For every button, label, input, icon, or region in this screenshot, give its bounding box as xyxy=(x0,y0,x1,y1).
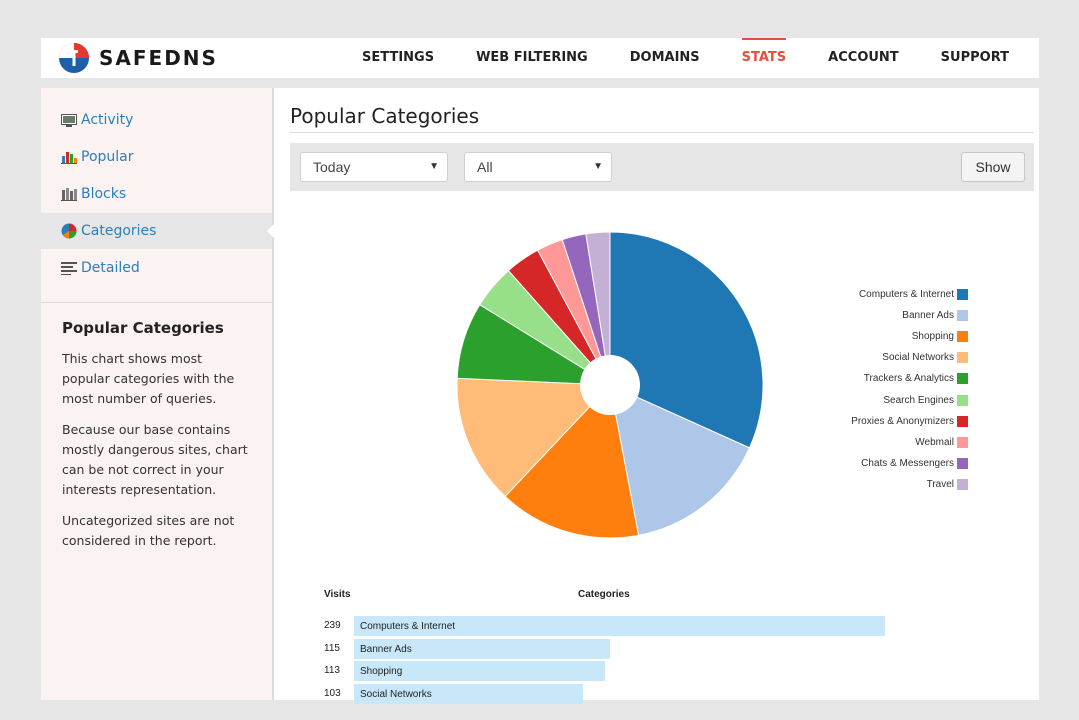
visits-count: 103 xyxy=(324,687,341,699)
visits-column-header: Visits xyxy=(324,589,351,600)
sidebar-item-categories[interactable]: Categories xyxy=(41,213,274,249)
list-icon xyxy=(61,262,77,275)
legend-label: Chats & Messengers xyxy=(861,458,954,470)
legend-item: Computers & Internet xyxy=(859,287,968,301)
visits-count: 239 xyxy=(324,620,341,631)
period-select[interactable]: Today ▼ xyxy=(300,152,448,182)
legend-swatch xyxy=(957,479,968,491)
sidebar-item-activity[interactable]: Activity xyxy=(41,102,272,138)
main-nav: SETTINGS WEB FILTERING DOMAINS STATS ACC… xyxy=(320,38,1009,78)
legend-swatch xyxy=(957,415,968,427)
table-row: 113 Shopping xyxy=(324,661,924,681)
chevron-down-icon: ▼ xyxy=(429,161,439,172)
sidebar-item-label: Detailed xyxy=(81,260,140,276)
legend-item: Travel xyxy=(927,478,968,492)
sidebar-info-title: Popular Categories xyxy=(62,319,224,337)
table-row: 115 Banner Ads xyxy=(324,638,924,659)
category-label: Social Networks xyxy=(360,688,432,700)
safedns-logo-icon xyxy=(59,43,89,73)
sidebar-info-paragraph: Because our base contains mostly dangero… xyxy=(62,422,248,497)
filter-bar: Today ▼ All ▼ Show xyxy=(290,143,1034,191)
legend-item: Proxies & Anonymizers xyxy=(851,414,968,428)
legend-swatch xyxy=(957,352,968,364)
period-select-value: Today xyxy=(313,159,351,175)
legend-item: Social Networks xyxy=(882,351,968,365)
legend-item: Shopping xyxy=(912,329,968,343)
sidebar-item-popular[interactable]: Popular xyxy=(41,139,272,175)
logo-text: SAFEDNS xyxy=(99,46,218,70)
legend-label: Search Engines xyxy=(883,394,954,406)
activity-icon xyxy=(61,114,77,127)
nav-web-filtering[interactable]: WEB FILTERING xyxy=(476,38,588,78)
nav-settings[interactable]: SETTINGS xyxy=(362,38,434,78)
legend-swatch xyxy=(957,458,968,470)
sidebar-item-label: Popular xyxy=(81,149,134,165)
legend-label: Webmail xyxy=(915,436,954,448)
nav-support[interactable]: SUPPORT xyxy=(941,38,1009,78)
sidebar-info-paragraph: This chart shows most popular categories… xyxy=(62,351,235,406)
legend-swatch xyxy=(957,309,968,321)
page-title: Popular Categories xyxy=(290,104,480,128)
legend-label: Computers & Internet xyxy=(858,288,954,300)
scope-select-value: All xyxy=(477,159,493,175)
chevron-down-icon: ▼ xyxy=(593,161,603,172)
blocks-icon xyxy=(61,188,77,201)
category-label: Computers & Internet xyxy=(360,621,456,632)
legend-item: Search Engines xyxy=(883,393,968,407)
top-navbar: SAFEDNS SETTINGS WEB FILTERING DOMAINS S… xyxy=(41,38,1039,78)
nav-domains[interactable]: DOMAINS xyxy=(630,38,700,78)
legend-label: Social Networks xyxy=(882,352,954,364)
legend-item: Banner Ads xyxy=(902,308,968,322)
legend-swatch xyxy=(957,373,968,385)
sidebar-item-label: Blocks xyxy=(81,186,127,202)
legend-item: Chats & Messengers xyxy=(861,457,968,471)
category-label: Shopping xyxy=(360,666,403,677)
table-row: 239 Computers & Internet xyxy=(324,616,924,636)
table-row: 103 Social Networks xyxy=(324,683,924,704)
legend-label: Shopping xyxy=(911,330,954,342)
title-divider xyxy=(290,132,1034,133)
visits-count: 113 xyxy=(324,665,340,676)
nav-account[interactable]: ACCOUNT xyxy=(828,38,899,78)
visits-count: 115 xyxy=(324,642,340,654)
sidebar-item-detailed[interactable]: Detailed xyxy=(41,250,272,286)
legend-swatch xyxy=(957,436,968,448)
legend-label: Trackers & Analytics xyxy=(863,373,954,385)
legend-label: Travel xyxy=(926,479,954,491)
scope-select[interactable]: All ▼ xyxy=(464,152,612,182)
show-button[interactable]: Show xyxy=(961,152,1025,182)
sidebar-info: Popular Categories This chart shows most… xyxy=(41,303,272,551)
logo[interactable]: SAFEDNS xyxy=(57,42,218,74)
sidebar-item-label: Activity xyxy=(81,112,134,128)
pie-chart-icon xyxy=(61,223,77,239)
legend-item: Trackers & Analytics xyxy=(864,372,968,386)
pie-center-hole xyxy=(580,355,640,415)
legend-label: Banner Ads xyxy=(902,309,954,321)
sidebar-info-paragraph: Uncategorized sites are not considered i… xyxy=(62,513,235,548)
nav-stats[interactable]: STATS xyxy=(741,38,786,78)
bar-chart-icon xyxy=(61,152,77,164)
sidebar-item-blocks[interactable]: Blocks xyxy=(41,176,272,212)
category-label: Banner Ads xyxy=(360,643,412,655)
legend-label: Proxies & Anonymizers xyxy=(851,415,954,427)
legend-swatch xyxy=(957,288,968,300)
legend-swatch xyxy=(957,330,968,342)
legend-item: Webmail xyxy=(915,435,968,449)
sidebar-item-label: Categories xyxy=(81,223,157,239)
main-content: Popular Categories Today ▼ All ▼ Show Co… xyxy=(274,88,1039,704)
legend-swatch xyxy=(957,394,968,406)
categories-column-header: Categories xyxy=(578,589,630,600)
sidebar: Activity Popular Blocks Categories Detai… xyxy=(41,88,274,700)
